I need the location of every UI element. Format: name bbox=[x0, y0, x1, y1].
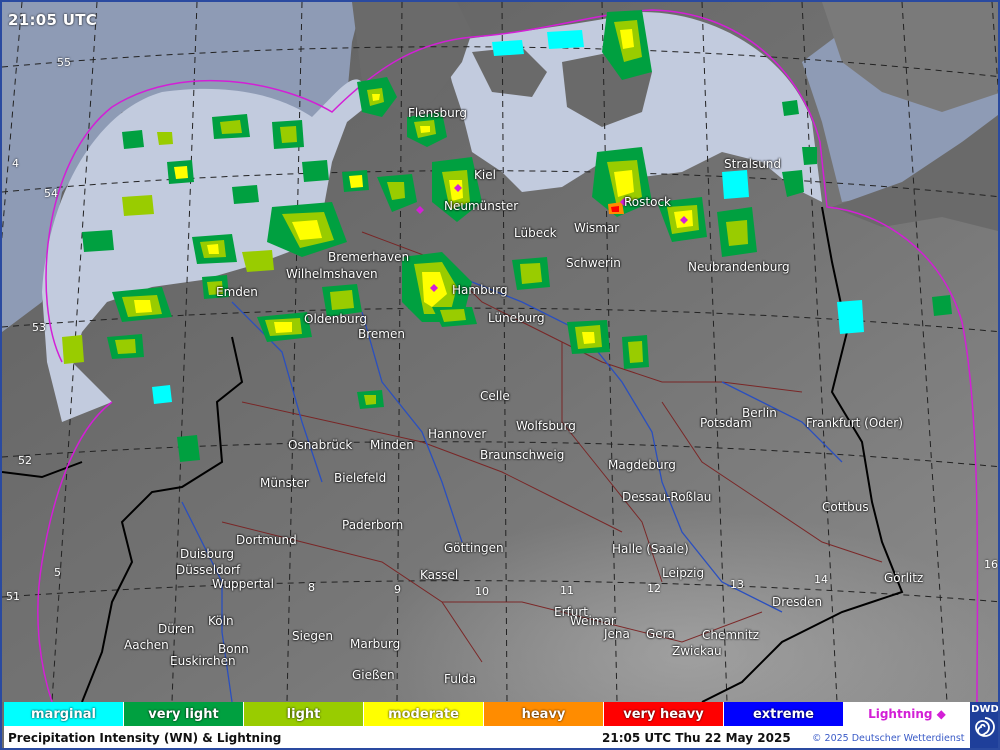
city-dresden: Dresden bbox=[772, 595, 823, 609]
city-wuppertal: Wuppertal bbox=[212, 577, 274, 591]
city-leipzig: Leipzig bbox=[662, 566, 705, 580]
city-giessen: Gießen bbox=[352, 668, 395, 682]
lon-label-11: 11 bbox=[560, 584, 574, 597]
city-frankfurt-oder: Frankfurt (Oder) bbox=[806, 416, 903, 430]
lon-label-16: 16 bbox=[984, 558, 998, 571]
city-muenster: Münster bbox=[260, 476, 309, 490]
footer-title: Precipitation Intensity (WN) & Lightning bbox=[8, 731, 282, 745]
radar-map-frame: 21:05 UTC Flensburg Kiel Neumünster Stra… bbox=[0, 0, 1000, 750]
lat-label-51: 51 bbox=[6, 590, 20, 603]
city-bremen: Bremen bbox=[358, 327, 405, 341]
lat-label-53: 53 bbox=[32, 321, 46, 334]
city-bielefeld: Bielefeld bbox=[334, 471, 387, 485]
legend-heavy: heavy bbox=[484, 702, 604, 726]
city-chemnitz: Chemnitz bbox=[702, 628, 759, 642]
footer-datetime: 21:05 UTC Thu 22 May 2025 bbox=[602, 731, 791, 745]
city-duisburg: Duisburg bbox=[180, 547, 234, 561]
legend-marginal: marginal bbox=[4, 702, 124, 726]
city-weimar: Weimar bbox=[570, 614, 616, 628]
city-minden: Minden bbox=[370, 438, 414, 452]
city-marburg: Marburg bbox=[350, 637, 401, 651]
precipitation-legend: marginal very light light moderate heavy… bbox=[4, 702, 970, 726]
city-lueneburg: Lüneburg bbox=[488, 311, 545, 325]
lon-label-13: 13 bbox=[730, 578, 744, 591]
city-neumuenster: Neumünster bbox=[444, 199, 519, 213]
city-aachen: Aachen bbox=[124, 638, 169, 652]
city-neubrandenburg: Neubrandenburg bbox=[688, 260, 790, 274]
city-hannover: Hannover bbox=[428, 427, 487, 441]
city-jena: Jena bbox=[604, 627, 630, 641]
city-goerlitz: Görlitz bbox=[884, 571, 924, 585]
city-emden: Emden bbox=[216, 285, 258, 299]
radar-map bbox=[2, 2, 998, 702]
city-halle: Halle (Saale) bbox=[612, 542, 689, 556]
legend-very-heavy: very heavy bbox=[604, 702, 724, 726]
city-dueren: Düren bbox=[158, 622, 195, 636]
dwd-logo-text: DWD bbox=[971, 704, 999, 715]
legend-moderate: moderate bbox=[364, 702, 484, 726]
city-wismar: Wismar bbox=[574, 221, 620, 235]
city-gera: Gera bbox=[646, 627, 675, 641]
city-duesseldorf: Düsseldorf bbox=[176, 563, 241, 577]
legend-extreme: extreme bbox=[724, 702, 844, 726]
city-braunschweig: Braunschweig bbox=[480, 448, 565, 462]
city-hamburg: Hamburg bbox=[452, 283, 508, 297]
city-osnabrueck: Osnabrück bbox=[288, 438, 353, 452]
city-rostock: Rostock bbox=[624, 195, 671, 209]
dwd-swirl-icon bbox=[975, 717, 995, 737]
city-goettingen: Göttingen bbox=[444, 541, 504, 555]
city-kiel: Kiel bbox=[474, 168, 496, 182]
lat-label-52: 52 bbox=[18, 454, 32, 467]
lon-label-4: 4 bbox=[12, 157, 19, 170]
lon-label-9: 9 bbox=[394, 583, 401, 596]
legend-lightning: Lightning ◆ bbox=[844, 702, 970, 726]
lat-label-54: 54 bbox=[44, 187, 58, 200]
map-time-label: 21:05 UTC bbox=[8, 11, 98, 29]
footer-copyright: © 2025 Deutscher Wetterdienst bbox=[812, 732, 965, 744]
lat-label-55: 55 bbox=[57, 56, 71, 69]
city-schwerin: Schwerin bbox=[566, 256, 621, 270]
city-wolfsburg: Wolfsburg bbox=[516, 419, 576, 433]
city-flensburg: Flensburg bbox=[408, 106, 468, 120]
legend-light: light bbox=[244, 702, 364, 726]
city-zwickau: Zwickau bbox=[672, 644, 722, 658]
city-magdeburg: Magdeburg bbox=[608, 458, 676, 472]
city-dortmund: Dortmund bbox=[236, 533, 297, 547]
city-fulda: Fulda bbox=[444, 672, 477, 686]
city-bremerhaven: Bremerhaven bbox=[328, 250, 410, 264]
dwd-logo: DWD bbox=[970, 702, 999, 748]
city-wilhelmshaven: Wilhelmshaven bbox=[286, 267, 378, 281]
city-koeln: Köln bbox=[208, 614, 234, 628]
city-euskirchen: Euskirchen bbox=[170, 654, 236, 668]
city-potsdam: Potsdam bbox=[700, 416, 752, 430]
legend-very-light: very light bbox=[124, 702, 244, 726]
city-oldenburg: Oldenburg bbox=[304, 312, 367, 326]
lon-label-5: 5 bbox=[54, 566, 61, 579]
lon-label-12: 12 bbox=[647, 582, 661, 595]
city-cottbus: Cottbus bbox=[822, 500, 869, 514]
city-kassel: Kassel bbox=[420, 568, 459, 582]
lon-label-10: 10 bbox=[475, 585, 489, 598]
city-luebeck: Lübeck bbox=[514, 226, 557, 240]
lon-label-14: 14 bbox=[814, 573, 828, 586]
city-paderborn: Paderborn bbox=[342, 518, 404, 532]
lon-label-8: 8 bbox=[308, 581, 315, 594]
city-dessau: Dessau-Roßlau bbox=[622, 490, 712, 504]
city-stralsund: Stralsund bbox=[724, 157, 782, 171]
city-celle: Celle bbox=[480, 389, 510, 403]
map-footer: Precipitation Intensity (WN) & Lightning… bbox=[4, 726, 970, 748]
city-siegen: Siegen bbox=[292, 629, 333, 643]
